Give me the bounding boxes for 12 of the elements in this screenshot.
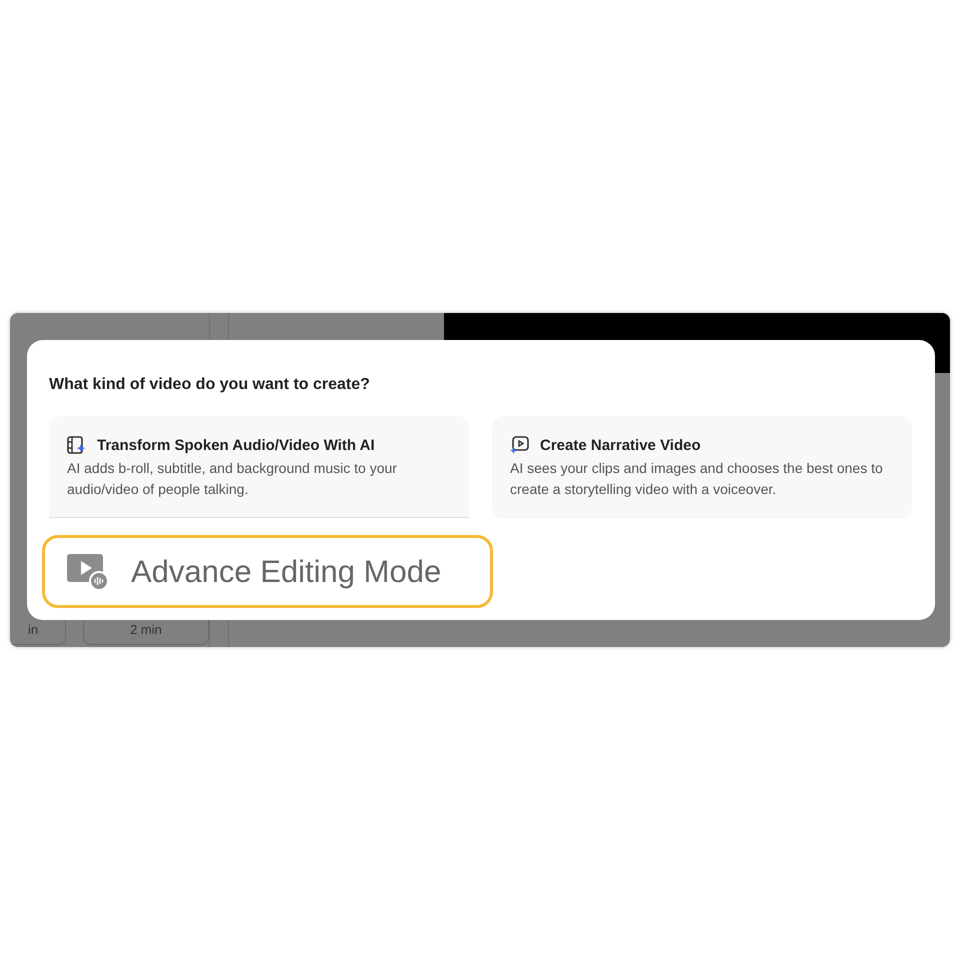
advance-editing-button[interactable]: Advance Editing Mode xyxy=(42,535,493,608)
film-sparkle-icon xyxy=(67,436,87,454)
option-title: Transform Spoken Audio/Video With AI xyxy=(97,436,375,454)
video-audio-icon xyxy=(67,554,109,590)
dialog-question: What kind of video do you want to create? xyxy=(49,376,371,394)
option-card[interactable]: Create Narrative Video AI sees your clips and images and chooses the best ones to create a storytelling video with a voiceover. xyxy=(492,416,912,519)
option-title: Create Narrative Video xyxy=(540,436,701,454)
video-sparkle-icon xyxy=(510,436,530,454)
option-description: AI sees your clips and images and chooses the best ones to create a storytelling video with a voiceover. xyxy=(510,459,884,499)
option-card[interactable]: Transform Spoken Audio/Video With AI AI adds b-roll, subtitle, and background music to your audio/video of people talking. xyxy=(49,416,469,518)
option-description: AI adds b-roll, subtitle, and background music to your audio/video of people talking. xyxy=(67,459,398,499)
mode-label: Advance Editing Mode xyxy=(131,554,442,590)
